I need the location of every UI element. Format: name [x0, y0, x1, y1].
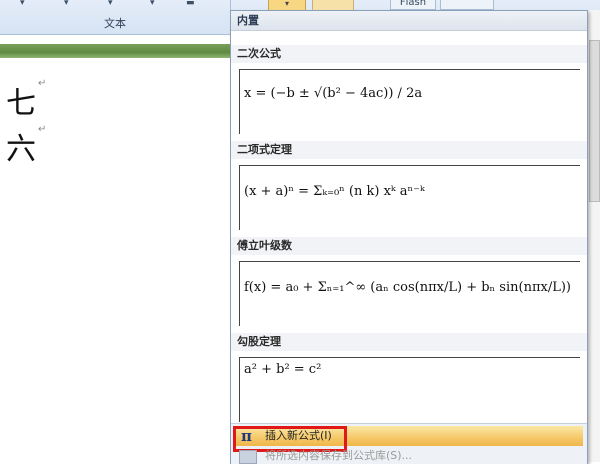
formula-text: (x + a)ⁿ = Σₖ₌₀ⁿ (n k) xᵏ aⁿ⁻ᵏ [244, 184, 425, 199]
category-label: 傅立叶级数 [231, 237, 587, 255]
dropdown-arrow-icon[interactable]: ▾ [64, 0, 69, 8]
gallery-list: 二次公式 x = (−b ± √(b² − 4ac)) / 2a 二项式定理 (… [231, 31, 587, 425]
gallery-footer: π 插入新公式(I) 将所选内容保存到公式库(S)... [231, 423, 587, 464]
vertical-scrollbar[interactable] [586, 10, 600, 462]
category-label: 二次公式 [231, 45, 587, 63]
minus-icon[interactable]: ▬ [186, 0, 195, 8]
paragraph-mark: ↵ [38, 78, 47, 89]
gallery-header: 内置 [231, 11, 587, 31]
ruler-strip [0, 44, 232, 58]
formula-pythagorean[interactable]: a² + b² = c² [239, 357, 580, 422]
paragraph-mark: ↵ [38, 124, 47, 135]
ribbon-button[interactable] [440, 0, 494, 10]
dropdown-arrow-icon[interactable]: ▾ [108, 0, 113, 8]
formula-text: f(x) = a₀ + Σₙ₌₁^∞ (aₙ cos(nπx/L) + bₙ s… [244, 280, 571, 295]
formula-binomial[interactable]: (x + a)ⁿ = Σₖ₌₀ⁿ (n k) xᵏ aⁿ⁻ᵏ [239, 165, 580, 230]
dropdown-arrow-icon[interactable]: ▾ [150, 0, 155, 8]
ribbon-dropdown-arrows: ▾ ▾ ▾ ▾ ▬ [0, 0, 230, 12]
dropdown-arrow-icon[interactable]: ▾ [20, 0, 25, 8]
ribbon-group-label: 文本 [104, 17, 126, 30]
category-label: 勾股定理 [231, 333, 587, 351]
formula-quadratic[interactable]: x = (−b ± √(b² − 4ac)) / 2a [239, 69, 580, 134]
document-line[interactable]: 六 [6, 124, 36, 168]
scrollbar-thumb[interactable] [589, 40, 600, 202]
document-line[interactable]: 七 [6, 78, 36, 122]
formula-text: a² + b² = c² [244, 362, 322, 377]
equation-gallery: 内置 二次公式 x = (−b ± √(b² − 4ac)) / 2a 二项式定… [230, 10, 588, 464]
flash-button[interactable]: Flash [390, 0, 436, 10]
insert-new-equation-button[interactable]: π 插入新公式(I) [233, 426, 583, 452]
formula-fourier[interactable]: f(x) = a₀ + Σₙ₌₁^∞ (aₙ cos(nπx/L) + bₙ s… [239, 261, 580, 326]
formula-text: x = (−b ± √(b² − 4ac)) / 2a [244, 86, 423, 101]
category-label: 二项式定理 [231, 141, 587, 159]
